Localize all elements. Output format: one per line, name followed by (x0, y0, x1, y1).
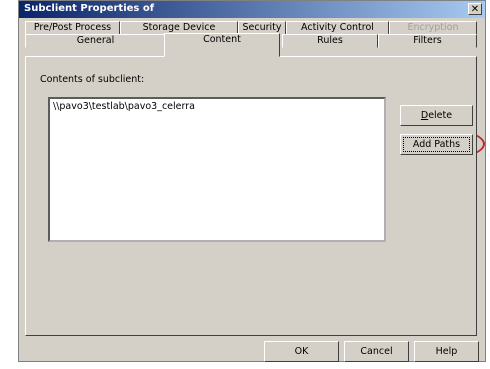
dialog-title: Subclient Properties of (24, 3, 155, 14)
cancel-button[interactable]: Cancel (344, 341, 409, 362)
tab-label: Activity Control (301, 22, 374, 33)
tab-label: Filters (413, 35, 442, 46)
add-paths-button[interactable]: Add Paths (400, 134, 473, 155)
ok-label: OK (294, 346, 309, 357)
tab-label: General (76, 35, 115, 46)
tab-activity-control[interactable]: Activity Control (286, 21, 389, 35)
tab-label: Security (242, 22, 282, 33)
add-paths-label: Add Paths (412, 139, 461, 150)
tab-label: Encryption (407, 22, 459, 33)
help-button[interactable]: Help (414, 341, 479, 362)
delete-button[interactable]: Delete (400, 105, 473, 126)
ok-button[interactable]: OK (264, 341, 339, 362)
tab-label: Content (203, 34, 241, 45)
title-bar[interactable]: Subclient Properties of ✕ (19, 1, 485, 18)
help-label: Help (435, 346, 458, 357)
tab-general[interactable]: General (25, 34, 166, 48)
tab-pre-post-process[interactable]: Pre/Post Process (25, 21, 120, 35)
subclient-properties-dialog: Subclient Properties of ✕ Pre/Post Proce… (18, 0, 486, 362)
close-icon: ✕ (470, 4, 480, 15)
delete-label: elete (428, 110, 453, 121)
tab-content[interactable]: Content (164, 33, 280, 57)
tab-filters[interactable]: Filters (378, 34, 477, 48)
content-tab-panel: Contents of subclient: \\pavo3\testlab\p… (25, 56, 477, 336)
tab-label: Rules (317, 35, 343, 46)
contents-label: Contents of subclient: (40, 74, 145, 85)
list-item[interactable]: \\pavo3\testlab\pavo3_celerra (53, 101, 195, 112)
tab-rules[interactable]: Rules (282, 34, 378, 48)
cancel-label: Cancel (360, 346, 393, 357)
close-button[interactable]: ✕ (468, 3, 482, 15)
contents-listbox[interactable]: \\pavo3\testlab\pavo3_celerra (48, 97, 386, 242)
tab-label: Storage Device (142, 22, 216, 33)
tab-label: Pre/Post Process (33, 22, 112, 33)
tab-encryption: Encryption (389, 21, 477, 35)
